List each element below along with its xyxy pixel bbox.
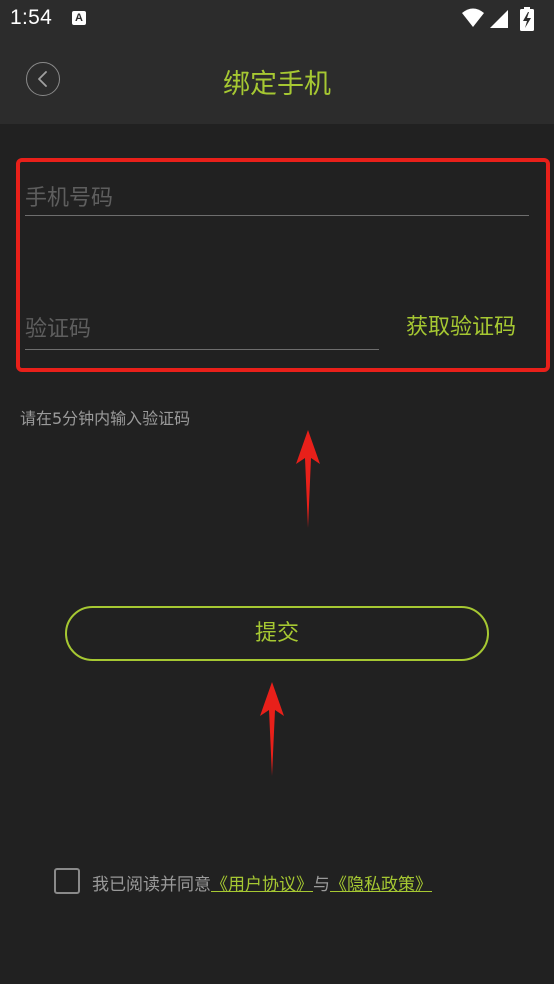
signal-icon [490, 10, 508, 28]
verification-code-input[interactable]: 验证码 [25, 309, 379, 350]
agreement-prefix: 我已阅读并同意 [92, 875, 211, 895]
agreement-text: 我已阅读并同意《用户协议》与《隐私政策》 [92, 870, 432, 895]
annotation-arrow-up-icon [296, 430, 320, 528]
app-bar: 绑定手机 [0, 38, 554, 124]
status-time: 1:54 [10, 6, 53, 29]
agreement-conjunction: 与 [313, 875, 330, 895]
notification-app-icon: A [72, 11, 86, 25]
battery-charging-icon [520, 7, 534, 31]
page-title: 绑定手机 [223, 69, 331, 100]
privacy-policy-link[interactable]: 《隐私政策》 [330, 875, 432, 895]
submit-button[interactable]: 提交 [65, 606, 489, 661]
annotation-arrow-up-icon [260, 682, 284, 776]
agree-checkbox[interactable] [54, 868, 80, 894]
get-code-button[interactable]: 获取验证码 [406, 309, 516, 341]
wifi-icon [462, 8, 484, 27]
phone-number-input[interactable]: 手机号码 [25, 178, 529, 216]
verification-code-placeholder: 验证码 [25, 317, 92, 342]
status-bar: 1:54 A [0, 0, 554, 38]
user-agreement-link[interactable]: 《用户协议》 [211, 875, 313, 895]
phone-number-placeholder: 手机号码 [25, 186, 114, 211]
code-expiry-hint: 请在5分钟内输入验证码 [20, 409, 191, 428]
